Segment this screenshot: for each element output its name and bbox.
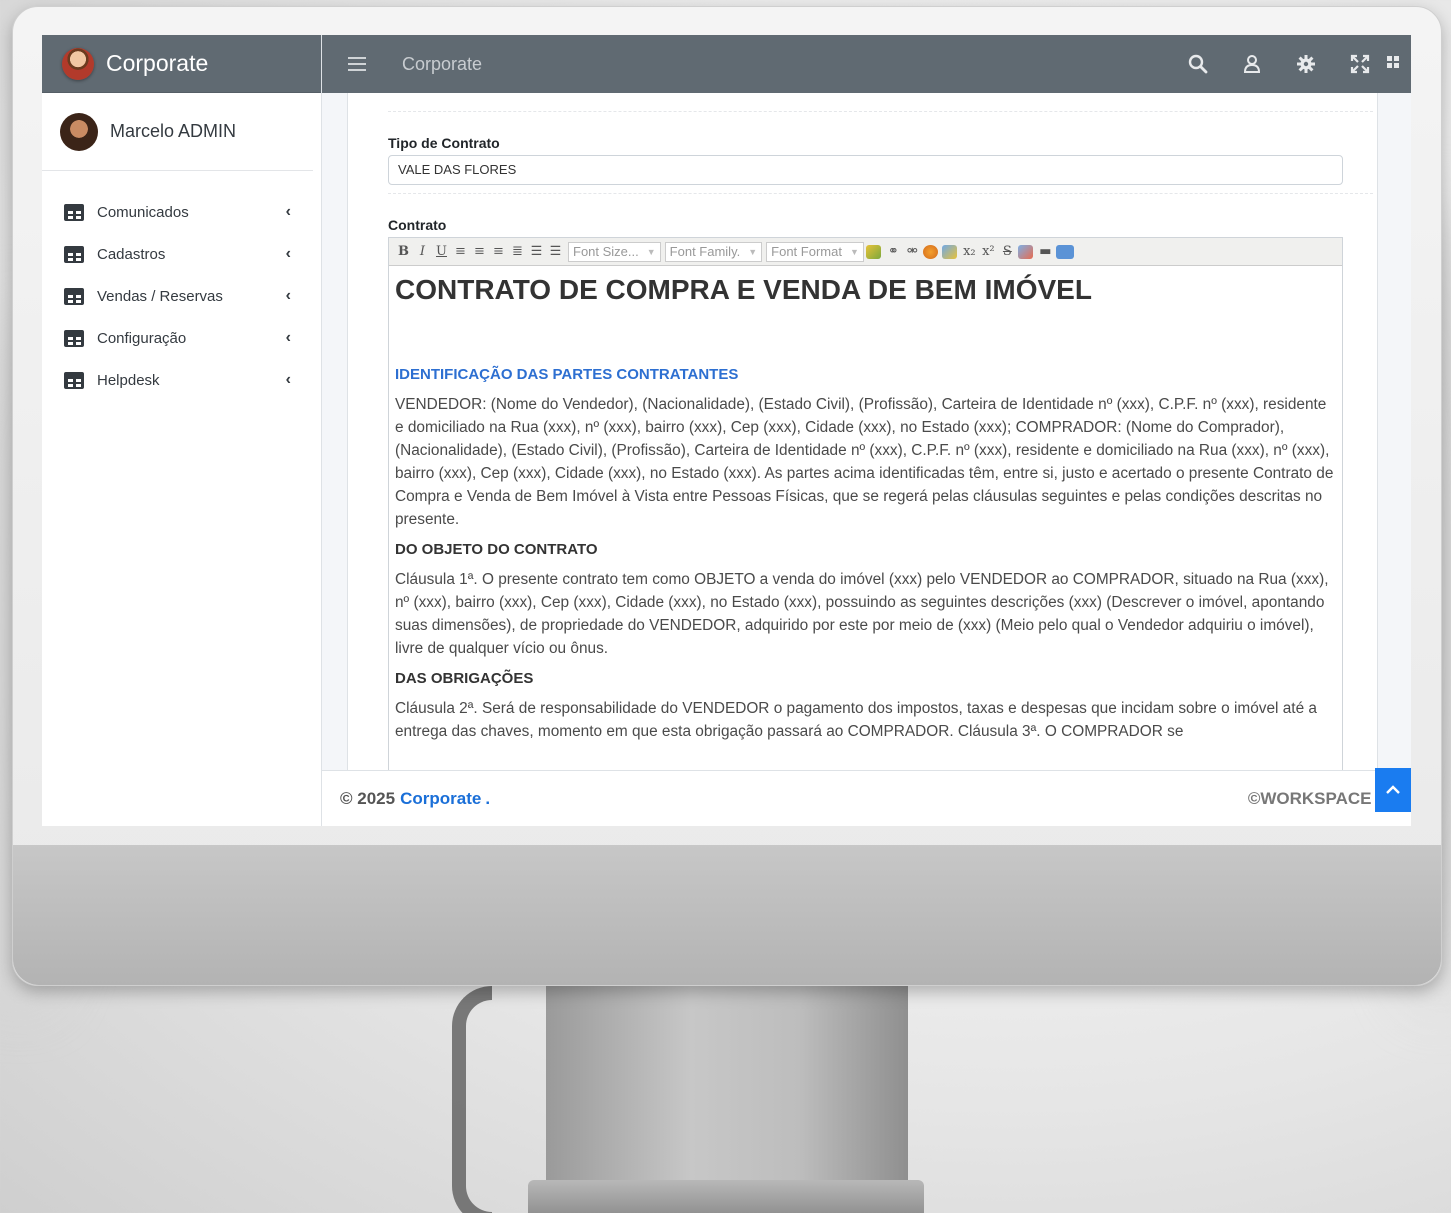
brand-link[interactable]: Corporate [42,35,321,93]
monitor-stand-base [528,1180,924,1213]
tipo-contrato-group: Tipo de Contrato VALE DAS FLORES [388,135,1343,185]
sidebar-item-vendas-reservas[interactable]: Vendas / Reservas ‹ [42,275,321,317]
font-family-label: Font Family. [669,244,741,259]
editor-toolbar: B I U ≡ ≡ ≡ ≣ ☰ ☰ Font Size... ▼ Font Fam… [389,238,1342,266]
sidebar-item-comunicados[interactable]: Comunicados ‹ [42,191,321,233]
link-icon[interactable]: ⚭ [885,243,902,261]
remove-format-icon[interactable] [1017,244,1033,259]
main-content: Tipo de Contrato VALE DAS FLORES Contrat… [322,93,1411,770]
sidebar-item-label: Vendas / Reservas [97,287,223,305]
contrato-label: Contrato [388,217,447,233]
table-icon [64,287,84,305]
font-family-select[interactable]: Font Family. ▼ [664,241,763,262]
footer: © 2025 Corporate . ©WORKSPACE Se [322,768,1411,826]
footer-dot: . [485,788,491,808]
chevron-up-icon [1386,785,1400,794]
table-icon [64,371,84,389]
tipo-contrato-label: Tipo de Contrato [388,135,500,151]
font-size-label: Font Size... [573,244,639,259]
avatar [60,112,98,151]
sidebar-item-label: Comunicados [97,203,189,221]
table-icon [64,203,84,221]
section-text: VENDEDOR: (Nome do Vendedor), (Nacionali… [395,396,1334,528]
contrato-group: Contrato B I U ≡ ≡ ≡ ≣ ☰ ☰ Font Size... ▼… [388,217,1343,770]
document-body[interactable]: CONTRATO DE COMPRA E VENDA DE BEM IMÓVEL… [389,266,1342,743]
horizontal-rule-icon[interactable]: ▬ [1037,243,1054,261]
monitor-cable [452,986,492,1213]
chevron-left-icon: ‹ [285,329,291,346]
align-justify-icon[interactable]: ≣ [509,243,526,261]
chevron-down-icon: ▼ [646,246,656,257]
font-format-select[interactable]: Font Format ▼ [766,241,864,262]
chevron-left-icon: ‹ [285,287,291,304]
font-size-select[interactable]: Font Size... ▼ [568,241,661,262]
menu-toggle-icon[interactable] [348,57,366,71]
monitor-stand [546,986,908,1186]
image-icon[interactable] [941,244,957,259]
top-navbar: Corporate [322,35,1411,93]
scroll-to-top-button[interactable] [1375,768,1411,812]
underline-button[interactable]: U [433,243,450,261]
section-heading: IDENTIFICAÇÃO DAS PARTES CONTRATANTES [395,366,739,383]
chevron-down-icon: ▼ [849,246,859,257]
brand-logo [62,47,94,80]
italic-button[interactable]: I [414,243,431,261]
align-right-icon[interactable]: ≡ [490,243,507,261]
document-title: CONTRATO DE COMPRA E VENDA DE BEM IMÓVEL [395,274,1092,305]
keyboard-icon[interactable] [1055,244,1074,259]
divider [388,111,1373,112]
table-icon [64,245,84,263]
chevron-left-icon: ‹ [285,245,291,262]
superscript-icon[interactable]: x² [980,243,997,261]
sidebar-item-helpdesk[interactable]: Helpdesk ‹ [42,359,321,401]
navbar-title: Corporate [402,53,483,74]
strikethrough-icon[interactable]: S [999,243,1016,261]
subscript-icon[interactable]: x₂ [961,243,978,261]
align-center-icon[interactable]: ≡ [471,243,488,261]
monitor-chin [13,845,1441,985]
chevron-left-icon: ‹ [285,371,291,388]
tipo-contrato-field[interactable]: VALE DAS FLORES [388,155,1343,185]
section-text: Cláusula 2ª. Será de responsabilidade do… [395,700,1317,740]
sidebar-item-label: Helpdesk [97,371,160,389]
bold-button[interactable]: B [395,243,412,261]
align-left-icon[interactable]: ≡ [452,243,469,261]
footer-copyright: © 2025 [340,788,396,808]
ordered-list-icon[interactable]: ☰ [528,243,545,261]
chevron-left-icon: ‹ [285,203,291,220]
footer-brand-link[interactable]: Corporate [400,789,481,809]
section-text: Cláusula 1ª. O presente contrato tem com… [395,571,1329,657]
gear-icon[interactable] [1279,35,1333,93]
contract-card: Tipo de Contrato VALE DAS FLORES Contrat… [347,93,1378,770]
section-heading: DAS OBRIGAÇÕES [395,670,534,687]
sidebar-item-label: Cadastros [97,245,166,263]
table-icon [64,329,84,347]
user-name: Marcelo ADMIN [110,121,237,141]
search-icon[interactable] [1171,35,1225,93]
grid-icon[interactable] [1387,35,1411,93]
contract-editor[interactable]: B I U ≡ ≡ ≡ ≣ ☰ ☰ Font Size... ▼ Font Fam… [388,237,1343,770]
color-icon[interactable] [922,244,938,259]
brand-name: Corporate [106,50,209,76]
section-heading: DO OBJETO DO CONTRATO [395,541,598,558]
sidebar-nav: Comunicados ‹ Cadastros ‹ Vendas / Reser… [42,171,321,401]
unlink-icon[interactable]: ⚮ [904,243,921,261]
sidebar-item-configuracao[interactable]: Configuração ‹ [42,317,321,359]
spellcheck-icon[interactable] [865,244,881,259]
expand-icon[interactable] [1333,35,1387,93]
divider [388,193,1373,194]
sidebar: Corporate Marcelo ADMIN Comunicados ‹ Ca… [42,35,322,826]
user-panel[interactable]: Marcelo ADMIN [42,93,313,171]
app-screen: Corporate Marcelo ADMIN Comunicados ‹ Ca… [42,35,1411,826]
sidebar-item-cadastros[interactable]: Cadastros ‹ [42,233,321,275]
user-icon[interactable] [1225,35,1279,93]
sidebar-item-label: Configuração [97,329,187,347]
navbar-icons [1171,35,1411,93]
font-format-label: Font Format [771,244,842,259]
unordered-list-icon[interactable]: ☰ [547,243,564,261]
chevron-down-icon: ▼ [748,246,758,257]
